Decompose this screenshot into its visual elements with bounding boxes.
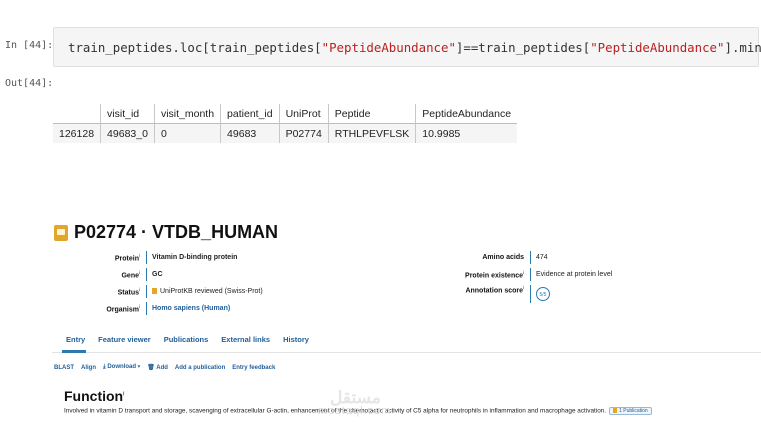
code-cell[interactable]: train_peptides.loc[train_peptides["Pepti… <box>53 27 761 67</box>
field-label: Protein <box>114 255 139 263</box>
column-header-visit-month: visit_month <box>154 104 222 124</box>
table-cell: 49683_0 <box>100 123 155 143</box>
basket-icon: 🗑 <box>147 365 157 371</box>
entry-title-text: P02774 · VTDB_HUMAN <box>74 222 279 242</box>
function-heading: Functioni <box>64 388 124 404</box>
input-prompt: In [44]: <box>5 40 54 51</box>
tab-history[interactable]: History <box>283 335 309 344</box>
table-header-row: visit_id visit_month patient_id UniProt … <box>53 104 518 124</box>
column-header-index <box>53 104 102 124</box>
entry-title: P02774 · VTDB_HUMAN <box>54 222 278 243</box>
add-publication-button[interactable]: Add a publication <box>175 365 225 371</box>
info-icon[interactable]: i <box>139 287 140 292</box>
table-cell: 0 <box>154 123 222 143</box>
field-label: Annotation score <box>465 287 523 295</box>
watermark: mostaql.com <box>318 405 392 417</box>
info-icon[interactable]: i <box>139 253 140 258</box>
field-value: Vitamin D-binding protein <box>146 251 237 264</box>
dataframe-output: visit_id visit_month patient_id UniProt … <box>53 104 518 143</box>
table-cell: 126128 <box>53 123 102 143</box>
column-header-uniprot: UniProt <box>279 104 329 124</box>
add-label: Add <box>156 365 168 371</box>
tab-external-links[interactable]: External links <box>221 335 270 344</box>
reviewed-icon <box>613 408 618 414</box>
reviewed-badge-icon <box>54 224 68 241</box>
publication-tag-label: 1 Publication <box>619 408 648 414</box>
column-header-visit-id: visit_id <box>100 104 155 124</box>
output-prompt: Out[44]: <box>5 78 54 89</box>
field-status: Statusi UniProtKB reviewed (Swiss-Prot) <box>50 285 263 298</box>
field-protein: Proteini Vitamin D-binding protein <box>50 251 237 264</box>
download-button[interactable]: ⤓ Download ▾ <box>103 364 140 371</box>
field-annotation-score: Annotation scorei 5/5 <box>434 285 550 303</box>
add-button[interactable]: 🗑 Add <box>147 364 168 371</box>
active-tab-indicator <box>62 350 86 353</box>
publication-tag[interactable]: 1 Publication <box>609 407 652 415</box>
table-cell: RTHLPEVFLSK <box>328 123 417 143</box>
field-value: GC <box>146 268 163 281</box>
entry-feedback-button[interactable]: Entry feedback <box>232 365 275 371</box>
reviewed-icon <box>152 288 157 295</box>
info-icon[interactable]: i <box>139 270 140 275</box>
field-protein-existence: Protein existencei Evidence at protein l… <box>434 268 612 281</box>
info-icon[interactable]: i <box>123 391 124 397</box>
tab-feature-viewer[interactable]: Feature viewer <box>98 335 151 344</box>
field-value-wrap: UniProtKB reviewed (Swiss-Prot) <box>146 285 263 298</box>
entry-toolbar: BLAST Align ⤓ Download ▾ 🗑 Add Add a pub… <box>54 364 275 371</box>
info-icon[interactable]: i <box>139 304 140 309</box>
field-value: 474 <box>530 251 548 264</box>
field-label: Protein existence <box>465 272 523 280</box>
code-text: train_peptides.loc[train_peptides["Pepti… <box>68 40 761 55</box>
field-organism: Organismi Homo sapiens (Human) <box>50 302 230 315</box>
column-header-peptide-abundance: PeptideAbundance <box>415 104 518 124</box>
organism-link[interactable]: Homo sapiens (Human) <box>146 302 230 315</box>
function-title-text: Function <box>64 388 124 404</box>
tab-divider <box>52 352 761 353</box>
table-row: 126128 49683_0 0 49683 P02774 RTHLPEVFLS… <box>53 123 518 143</box>
tab-publications[interactable]: Publications <box>164 335 209 344</box>
field-label: Status <box>117 289 139 297</box>
table-cell: P02774 <box>279 123 329 143</box>
table-cell: 10.9985 <box>415 123 518 143</box>
download-label: Download <box>107 364 136 370</box>
tab-entry[interactable]: Entry <box>66 335 85 344</box>
info-icon[interactable]: i <box>523 285 524 290</box>
chevron-down-icon: ▾ <box>136 364 141 370</box>
column-header-patient-id: patient_id <box>220 104 280 124</box>
align-button[interactable]: Align <box>81 365 96 371</box>
field-value: UniProtKB reviewed (Swiss-Prot) <box>160 288 263 295</box>
field-label: Gene <box>121 272 139 280</box>
field-gene: Genei GC <box>50 268 163 281</box>
field-value: Evidence at protein level <box>530 268 612 281</box>
annotation-score-icon: 5/5 <box>536 287 550 301</box>
field-amino-acids: Amino acids 474 <box>434 251 548 264</box>
entry-tabs: Entry Feature viewer Publications Extern… <box>66 335 309 344</box>
field-label: Amino acids <box>482 254 524 261</box>
info-icon[interactable]: i <box>523 270 524 275</box>
column-header-peptide: Peptide <box>328 104 417 124</box>
field-label: Organism <box>106 306 139 314</box>
blast-button[interactable]: BLAST <box>54 365 74 371</box>
table-cell: 49683 <box>220 123 280 143</box>
